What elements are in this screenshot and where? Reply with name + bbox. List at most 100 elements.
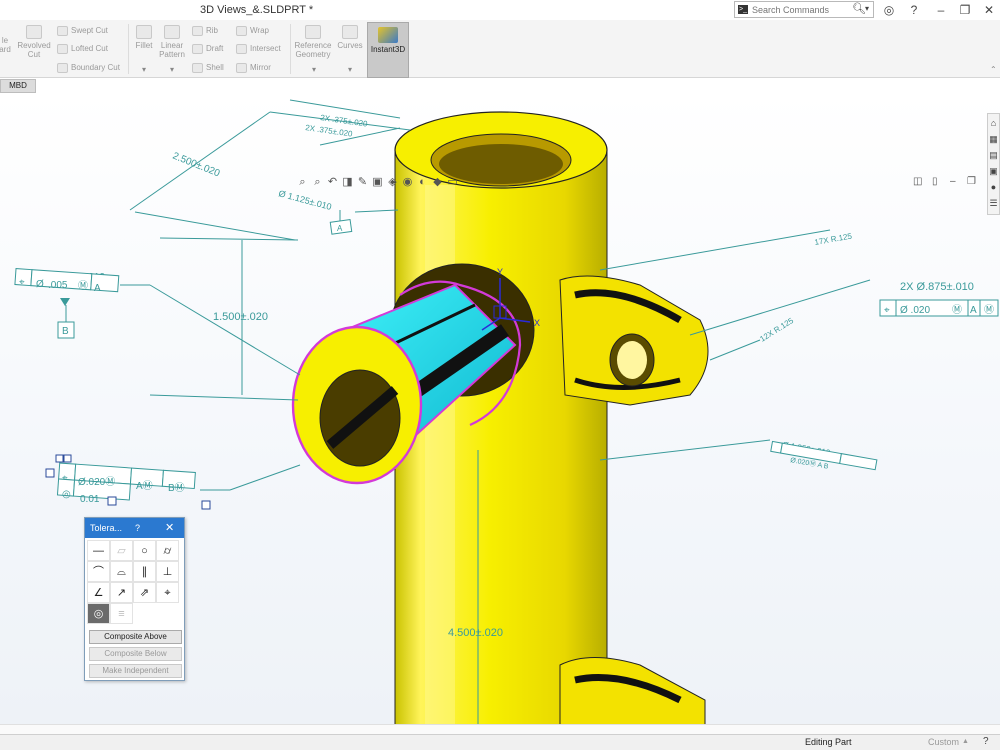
- dim-12x-r125[interactable]: 12X R.125: [758, 316, 795, 344]
- dim-4500[interactable]: 4.500±.020: [448, 627, 503, 639]
- custom-properties-icon[interactable]: ☰: [988, 196, 999, 210]
- zoom-area-icon[interactable]: ⌕: [311, 176, 324, 189]
- quick-tips-icon[interactable]: ?: [983, 736, 989, 747]
- previous-view-icon[interactable]: ↶: [326, 175, 339, 188]
- zoom-to-fit-icon[interactable]: ⌕: [296, 176, 309, 189]
- tab-mbd[interactable]: MBD: [0, 79, 36, 93]
- fillet-dropdown-icon[interactable]: ▾: [142, 65, 146, 74]
- total-runout-symbol-icon[interactable]: ⇗: [133, 582, 156, 603]
- symmetry-symbol-icon[interactable]: ≡: [110, 603, 133, 624]
- appearances-icon[interactable]: ●: [988, 180, 999, 194]
- view-orientation-icon[interactable]: ▣: [371, 175, 384, 188]
- dim-1500[interactable]: 1.500±.020: [213, 311, 268, 323]
- fcf-right[interactable]: ⌖ Ø .020 Ⓜ A Ⓜ: [879, 299, 999, 317]
- edit-appearance-icon[interactable]: ◐: [416, 176, 429, 188]
- user-icon[interactable]: ◎: [878, 1, 900, 19]
- shell-button[interactable]: Shell: [192, 63, 224, 73]
- close-icon[interactable]: ✕: [165, 518, 174, 538]
- tolerance-palette: Tolera... ? ✕ — ▱ ○ ⌭ ⌒ ⌓ ∥ ⊥ ∠ ↗ ⇗ ⌖ ◎ ≡ Composit…: [84, 517, 185, 681]
- draft-button[interactable]: Draft: [192, 44, 223, 54]
- partial-left-command[interactable]: le ard: [0, 26, 12, 54]
- linear-pattern-button[interactable]: Linear Pattern: [157, 25, 187, 59]
- search-dropdown-icon[interactable]: ▾: [865, 4, 869, 13]
- pattern-dropdown-icon[interactable]: ▾: [170, 65, 174, 74]
- command-manager-ribbon: le ard Revolved Cut Swept Cut Lofted Cut…: [0, 20, 1000, 78]
- fcf-lower-right[interactable]: Ø.020Ⓜ A B: [770, 440, 878, 471]
- svg-text:Ⓜ: Ⓜ: [78, 280, 88, 292]
- hide-show-icon[interactable]: ◉: [401, 175, 414, 188]
- section-view-icon[interactable]: ◨: [341, 175, 354, 188]
- search-commands-input[interactable]: [752, 3, 848, 16]
- circular-runout-symbol-icon[interactable]: ↗: [110, 582, 133, 603]
- apply-scene-icon[interactable]: ◆: [431, 175, 444, 188]
- composite-below-button[interactable]: Composite Below: [89, 647, 182, 661]
- mirror-button[interactable]: Mirror: [236, 63, 271, 73]
- svg-text:A: A: [337, 224, 343, 233]
- datum-a-tag[interactable]: A: [329, 218, 353, 235]
- make-independent-button[interactable]: Make Independent: [89, 664, 182, 678]
- swept-cut-button[interactable]: Swept Cut: [57, 26, 108, 36]
- fcf-left[interactable]: Ø .750±.010 ⌖ Ø .005 Ⓜ A: [14, 268, 120, 306]
- axis-label-y: Y: [497, 267, 503, 277]
- wrap-button[interactable]: Wrap: [236, 26, 269, 36]
- intersect-button[interactable]: Intersect: [236, 44, 281, 54]
- dim-dia-1125[interactable]: Ø 1.125±.010: [277, 188, 332, 212]
- perpendicularity-symbol-icon[interactable]: ⊥: [156, 561, 179, 582]
- composite-above-button[interactable]: Composite Above: [89, 630, 182, 644]
- minimize-icon[interactable]: –: [930, 1, 952, 19]
- view-palette-icon[interactable]: ▣: [988, 164, 999, 178]
- intersect-icon: [236, 44, 247, 54]
- horizontal-scrollbar[interactable]: [0, 724, 1000, 734]
- fillet-icon: [136, 25, 152, 39]
- file-explorer-icon[interactable]: ▤: [988, 148, 999, 162]
- profile-of-surface-symbol-icon[interactable]: ⌓: [110, 561, 133, 582]
- search-commands-box[interactable]: >_ 🔍︎ ▾: [734, 1, 874, 18]
- design-library-icon[interactable]: ▦: [988, 132, 999, 146]
- rib-button[interactable]: Rib: [192, 26, 218, 36]
- fcf-right-size[interactable]: 2X Ø.875±.010: [900, 281, 974, 293]
- fillet-button[interactable]: Fillet: [132, 25, 156, 50]
- home-icon[interactable]: ⌂: [988, 116, 999, 130]
- display-style-icon[interactable]: ◈: [386, 175, 399, 188]
- curves-dropdown-icon[interactable]: ▾: [348, 65, 352, 74]
- split-view-icon[interactable]: ◫: [913, 176, 922, 187]
- concentricity-symbol-icon[interactable]: ◎: [87, 603, 110, 624]
- viewport-menu-icon[interactable]: ▯: [932, 176, 938, 187]
- refgeom-dropdown-icon[interactable]: ▾: [312, 65, 316, 74]
- straightness-symbol-icon[interactable]: —: [87, 540, 110, 561]
- lofted-cut-button[interactable]: Lofted Cut: [57, 44, 108, 54]
- svg-text:A: A: [94, 283, 101, 294]
- tolerance-palette-header[interactable]: Tolera... ? ✕: [85, 518, 184, 538]
- angularity-symbol-icon[interactable]: ∠: [87, 582, 110, 603]
- dynamic-annotation-icon[interactable]: ✎: [356, 175, 369, 188]
- view-settings-icon[interactable]: ▭: [446, 175, 459, 188]
- position-symbol-icon[interactable]: ⌖: [156, 582, 179, 603]
- dim-17x-r125[interactable]: 17X R.125: [814, 231, 853, 247]
- boundary-cut-button[interactable]: Boundary Cut: [57, 63, 120, 73]
- parallelism-symbol-icon[interactable]: ∥: [133, 561, 156, 582]
- viewport-restore-icon[interactable]: ❐: [967, 176, 976, 187]
- cylindricity-symbol-icon[interactable]: ⌭: [156, 540, 179, 561]
- profile-of-line-symbol-icon[interactable]: ⌒: [87, 561, 110, 582]
- right-lug-upper[interactable]: [559, 275, 709, 406]
- instant3d-button[interactable]: Instant3D: [367, 22, 409, 78]
- unit-dropdown-icon[interactable]: ▲: [962, 738, 969, 745]
- help-icon[interactable]: ?: [903, 1, 925, 19]
- curves-button[interactable]: Curves: [336, 25, 364, 50]
- datum-b-tag[interactable]: B: [57, 321, 75, 339]
- flatness-symbol-icon[interactable]: ▱: [110, 540, 133, 561]
- close-icon[interactable]: ✕: [978, 1, 1000, 19]
- help-icon[interactable]: ?: [135, 518, 140, 538]
- revolved-cut-button[interactable]: Revolved Cut: [16, 25, 52, 59]
- fcf-bottom-left[interactable]: ⌖ Ø.020Ⓜ AⓂ BⓂ ◎ 0.01: [45, 454, 211, 510]
- circularity-symbol-icon[interactable]: ○: [133, 540, 156, 561]
- right-lug-lower[interactable]: [559, 657, 706, 725]
- dim-2500[interactable]: 2.500±.020: [171, 151, 222, 180]
- viewport-minimize-icon[interactable]: –: [950, 176, 956, 187]
- reference-geometry-button[interactable]: Reference Geometry: [293, 25, 333, 59]
- position-symbol-icon: ⌖: [62, 473, 68, 484]
- unit-system-selector[interactable]: Custom: [928, 737, 959, 747]
- collapse-ribbon-icon[interactable]: ⌃: [990, 65, 997, 74]
- search-icon[interactable]: 🔍︎: [852, 2, 866, 15]
- restore-icon[interactable]: ❐: [954, 1, 976, 19]
